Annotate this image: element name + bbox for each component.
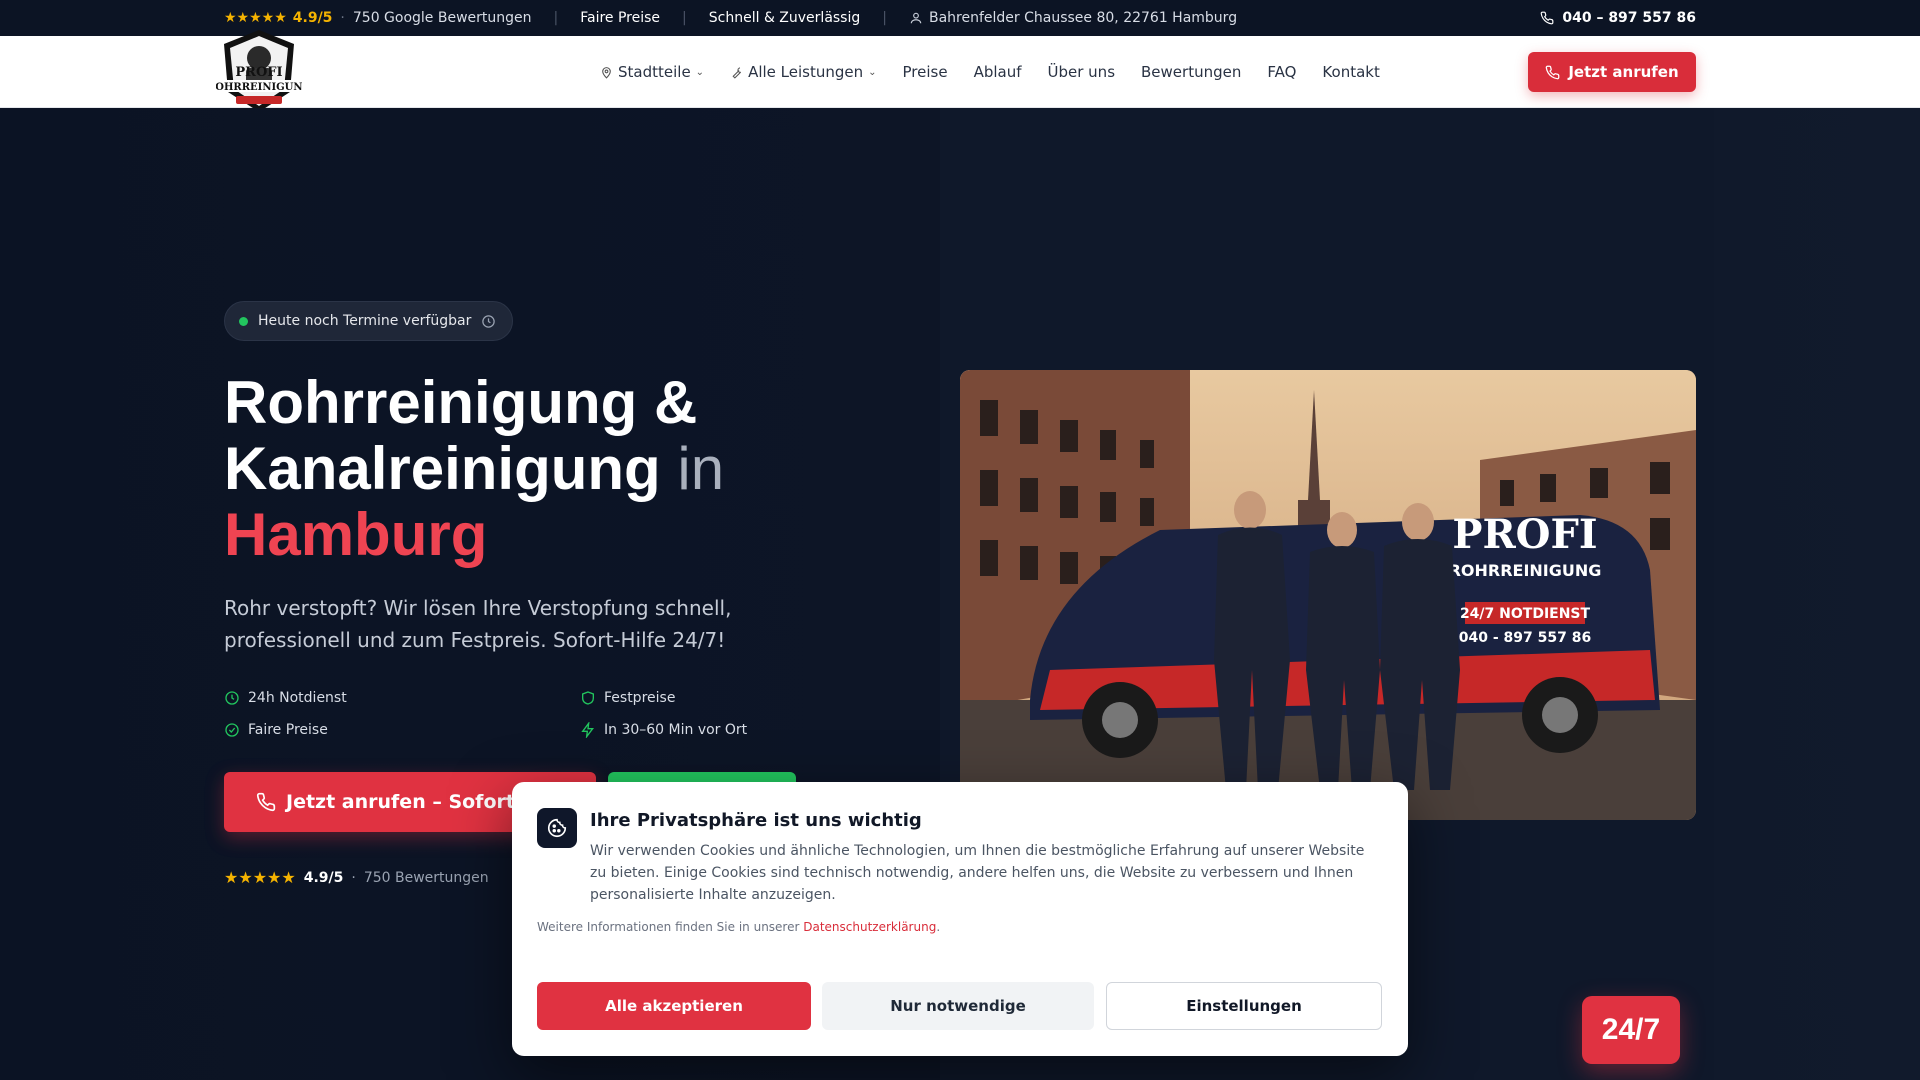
title-line-1: Rohrreinigung & [224,369,698,436]
company-logo[interactable]: PROFI ROHRREINIGUNG [207,26,311,118]
lightning-icon [581,722,594,738]
chevron-down-icon: ⌄ [695,66,705,78]
nav-item-ablauf[interactable]: Ablauf [974,63,1022,81]
rating-stars-icon: ★★★★★ [224,10,287,26]
chevron-down-icon: ⌄ [868,66,877,78]
svg-text:ROHRREINIGUNG: ROHRREINIGUNG [216,82,302,93]
feature-label: Festpreise [604,690,676,706]
nav-item-preise[interactable]: Preise [903,63,948,81]
availability-text: Heute noch Termine verfügbar [258,313,472,329]
badge-24-7: 24/7 [1582,996,1680,1064]
hero-rating: ★★★★★ 4.9/5 · 750 Bewertungen [224,868,489,887]
van-notdienst: 24/7 NOTDIENST [1460,606,1591,622]
feature-label: 24h Notdienst [248,690,347,706]
nav-item-ueber-uns[interactable]: Über uns [1048,63,1116,81]
separator-dot: · [351,869,356,886]
nav-item-leistungen[interactable]: Alle Leistungen ⌄ [730,63,877,81]
cookie-title: Ihre Privatsphäre ist uns wichtig [590,810,922,831]
call-now-label: Jetzt anrufen [1568,63,1679,81]
svg-text:PROFI: PROFI [235,65,282,80]
availability-badge: Heute noch Termine verfügbar [224,301,514,341]
separator: | [882,10,887,26]
hero-lead: Rohr verstopft? Wir lösen Ihre Verstopfu… [224,596,732,652]
cookie-more-info: Weitere Informationen finden Sie in unse… [537,920,940,934]
phone-icon [256,792,276,812]
separator: | [682,10,687,26]
van-phone: 040 - 897 557 86 [1459,630,1591,646]
nav-menu: Stadtteile ⌄ Alle Leistungen ⌄ Preise Ab… [600,36,1380,108]
clock-icon [225,691,239,705]
nav-item-label: Alle Leistungen [748,63,864,81]
title-line-2: Kanalreinigung [224,435,661,502]
separator-dot: · [340,10,345,26]
feature-festpreise: Festpreise [580,690,675,706]
title-city: Hamburg [224,501,488,568]
van-sub: ROHRREINIGUNG [1449,561,1602,580]
cookie-settings-button[interactable]: Einstellungen [1106,982,1382,1030]
nav-item-stadtteile[interactable]: Stadtteile ⌄ [600,63,704,81]
clock-icon [482,314,496,328]
feature-label: Faire Preise [248,722,328,738]
feature-label: In 30–60 Min vor Ort [604,722,748,738]
topbar-reviews: 750 Google Bewertungen [352,10,532,26]
nav-item-label: Stadtteile [618,63,691,81]
topbar-fair-prices: Faire Preise [580,10,661,26]
cookie-more-suffix: . [936,920,941,934]
title-in: in [677,435,725,502]
rating-stars-icon: ★★★★★ [224,868,296,887]
cookie-text: Wir verwenden Cookies und ähnliche Techn… [590,843,1365,903]
nav-item-faq[interactable]: FAQ [1267,63,1296,81]
cookie-icon [537,808,577,848]
nav-item-kontakt[interactable]: Kontakt [1322,63,1379,81]
necessary-only-button[interactable]: Nur notwendige [822,982,1094,1030]
accept-all-button[interactable]: Alle akzeptieren [537,982,811,1030]
topbar-fast: Schnell & Zuverlässig [708,10,861,26]
van-brand: PROFI [1452,511,1597,558]
phone-number: 040 – 897 557 86 [1562,10,1696,26]
hero-title: Rohrreinigung & Kanalreinigung in Hambur… [224,370,944,568]
check-circle-icon [225,723,239,737]
cookie-consent-dialog: Ihre Privatsphäre ist uns wichtig Wir ve… [512,782,1408,1056]
feature-vor-ort: In 30–60 Min vor Ort [580,722,747,738]
map-pin-icon [602,66,611,79]
feature-faire-preise: Faire Preise [224,722,328,738]
wrench-icon [732,66,742,79]
cookie-more-prefix: Weitere Informationen finden Sie in unse… [537,920,800,934]
feature-24h: 24h Notdienst [224,690,347,706]
topbar-phone-link[interactable]: 040 – 897 557 86 [1540,10,1696,26]
hero-team-photo: PROFI ROHRREINIGUNG 24/7 NOTDIENST 040 -… [960,370,1696,820]
user-icon [910,12,922,24]
topbar-rating: 4.9/5 [292,10,333,26]
hero-rating-value: 4.9/5 [303,869,344,886]
phone-icon [1546,65,1560,79]
hero-reviews: 750 Bewertungen [363,869,489,886]
separator: | [553,10,559,26]
status-dot-icon [239,316,248,326]
privacy-policy-link[interactable]: Datenschutzerklärung [803,920,936,934]
topbar-address[interactable]: Bahrenfelder Chaussee 80, 22761 Hamburg [909,10,1237,26]
shield-icon [582,691,594,705]
nav-item-bewertungen[interactable]: Bewertungen [1141,63,1241,81]
main-navigation: PROFI ROHRREINIGUNG Stadtteile ⌄ Alle Le… [0,30,1920,112]
phone-icon [1540,11,1554,25]
address-text: Bahrenfelder Chaussee 80, 22761 Hamburg [928,10,1238,26]
call-now-button[interactable]: Jetzt anrufen [1528,52,1696,92]
